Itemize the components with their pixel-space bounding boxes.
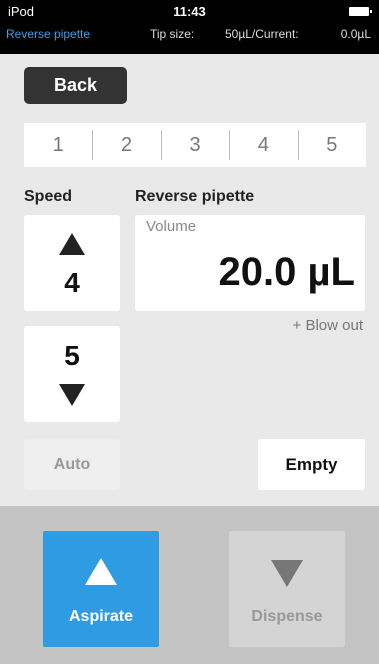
dispense-label: Dispense: [251, 608, 323, 625]
action-bar: Aspirate Dispense: [0, 506, 379, 664]
triangle-down-icon: [59, 384, 85, 406]
clock: 11:43: [173, 4, 206, 19]
main-panel: Back 1 2 3 4 5 Speed Reverse pipette 4 5…: [0, 54, 379, 506]
dispense-button[interactable]: Dispense: [229, 531, 345, 647]
program-1-tab[interactable]: 1: [24, 123, 92, 167]
aspirate-button[interactable]: Aspirate: [43, 531, 159, 647]
program-4-tab[interactable]: 4: [229, 123, 297, 167]
triangle-down-icon: [271, 560, 303, 587]
status-bar: iPod 11:43 Reverse pipette Tip size: 50µ…: [0, 0, 379, 54]
dispense-speed-button[interactable]: 5: [24, 326, 120, 422]
dispense-speed-value: 5: [64, 340, 80, 371]
tip-size-value: 50µL/Current:: [225, 27, 299, 41]
program-2-tab[interactable]: 2: [92, 123, 160, 167]
aspirate-label: Aspirate: [68, 608, 134, 625]
program-5-tab[interactable]: 5: [297, 123, 366, 167]
empty-button[interactable]: Empty: [258, 439, 365, 490]
volume-label: Volume: [146, 218, 197, 235]
program-3-tab[interactable]: 3: [160, 123, 229, 167]
aspirate-speed-button[interactable]: 4: [24, 215, 120, 311]
volume-field[interactable]: Volume 20.0 µL: [135, 215, 365, 311]
triangle-up-icon: [85, 558, 117, 585]
mode-heading: Reverse pipette: [135, 188, 255, 205]
mode-indicator: Reverse pipette: [6, 27, 91, 41]
tip-size-label: Tip size:: [150, 27, 195, 41]
current-volume-value: 0.0µL: [340, 27, 371, 41]
blow-out-label: + Blow out: [292, 317, 363, 334]
aspirate-speed-value: 4: [64, 267, 80, 298]
triangle-up-icon: [59, 233, 85, 255]
program-selector: 1 2 3 4 5: [24, 123, 366, 167]
battery-icon: [349, 7, 372, 16]
volume-value: 20.0 µL: [218, 250, 355, 294]
back-button[interactable]: Back: [24, 67, 127, 104]
auto-button[interactable]: Auto: [24, 439, 120, 490]
speed-heading: Speed: [24, 188, 73, 205]
